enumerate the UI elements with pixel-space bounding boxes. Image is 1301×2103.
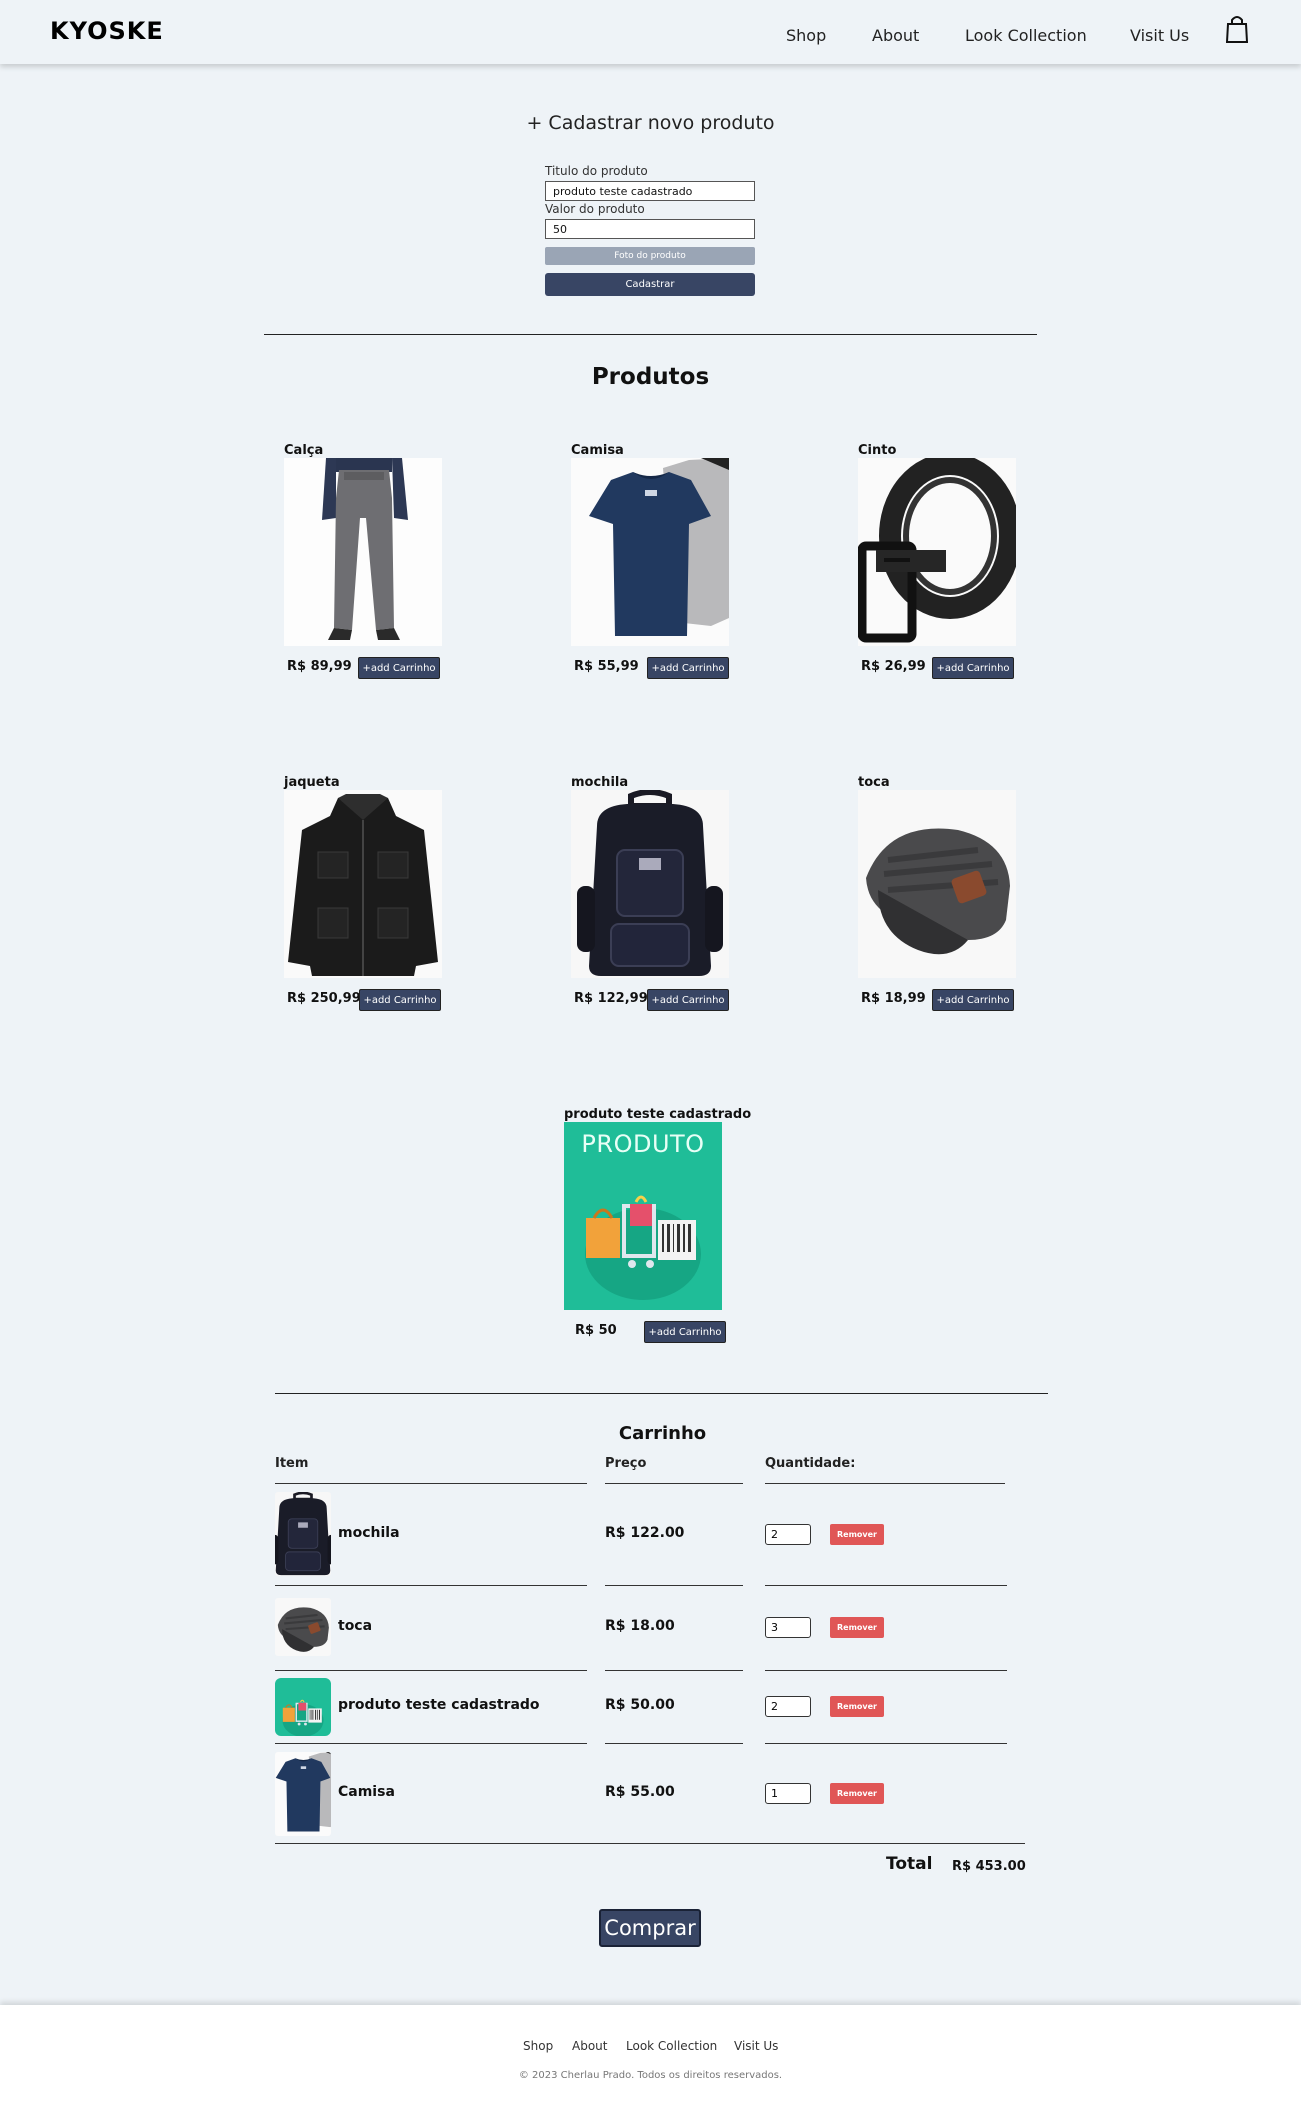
product-card: toca R$ 18,99 +add Carrinho [858,775,1038,1025]
backpack-icon [275,1492,331,1576]
tshirt-icon [275,1752,331,1836]
remove-button[interactable]: Remover [830,1696,884,1717]
belt-icon [858,458,1016,646]
table-line [765,1670,1007,1671]
divider [264,334,1037,335]
nav-shop[interactable]: Shop [786,26,826,45]
table-line [765,1483,1005,1484]
cart-item-price: R$ 55.00 [605,1784,675,1800]
quantity-input[interactable] [765,1783,811,1804]
remove-button[interactable]: Remover [830,1783,884,1804]
table-line [605,1743,743,1744]
produto-placeholder-icon [275,1678,331,1736]
cart-header-price: Preço [605,1456,647,1471]
cart-item-name: Camisa [338,1784,395,1800]
pants-icon [284,458,442,646]
beanie-icon [275,1598,331,1656]
table-line [605,1670,743,1671]
buy-button[interactable]: Comprar [599,1909,701,1947]
product-card: mochila R$ 122,99 +add Carrinho [571,775,751,1025]
add-to-cart-button[interactable]: +add Carrinho [358,657,440,679]
produto-placeholder-image: PRODUTO [564,1122,722,1310]
product-price: R$ 89,99 [287,659,352,674]
register-button[interactable]: Cadastrar [545,273,755,296]
add-to-cart-button[interactable]: +add Carrinho [647,989,729,1011]
product-title-label: Titulo do produto [545,164,648,178]
backpack-icon [571,790,729,978]
product-photo-button[interactable]: Foto do produto [545,247,755,265]
table-line [275,1585,587,1586]
quantity-input[interactable] [765,1524,811,1545]
nav-about[interactable]: About [872,26,919,45]
shopping-bag-icon[interactable] [1226,15,1248,43]
product-name: mochila [571,775,629,790]
product-value-label: Valor do produto [545,202,645,216]
product-name: Calça [284,443,324,458]
nav-visit-us[interactable]: Visit Us [1130,26,1189,45]
product-value-input[interactable] [545,219,755,239]
product-name: jaqueta [284,775,340,790]
cart-total-value: R$ 453.00 [952,1859,1026,1874]
cart-title: Carrinho [618,1423,707,1444]
remove-button[interactable]: Remover [830,1524,884,1545]
table-line [275,1843,1025,1844]
add-to-cart-button[interactable]: +add Carrinho [359,989,441,1011]
products-title: Produtos [591,364,710,390]
remove-button[interactable]: Remover [830,1617,884,1638]
cart-header-item: Item [275,1456,309,1471]
add-to-cart-button[interactable]: +add Carrinho [647,657,729,679]
logo[interactable]: KYOSKE [50,17,164,45]
add-to-cart-button[interactable]: +add Carrinho [932,657,1014,679]
product-price: R$ 18,99 [861,991,926,1006]
table-line [605,1585,743,1586]
divider [275,1393,1048,1394]
cart-item-name: mochila [338,1525,400,1541]
footer-link-look-collection[interactable]: Look Collection [626,2039,717,2053]
footer-link-visit-us[interactable]: Visit Us [734,2039,778,2053]
product-card: Camisa R$ 55,99 +add Carrinho [571,443,751,693]
table-line [605,1483,743,1484]
copyright: © 2023 Cherlau Prado. Todos os direitos … [518,2070,783,2081]
footer-link-about[interactable]: About [572,2039,607,2053]
product-card: produto teste cadastrado PRODUTO R$ 50 +… [564,1107,764,1357]
table-line [275,1743,587,1744]
product-price: R$ 50 [575,1323,617,1338]
nav-look-collection[interactable]: Look Collection [965,26,1087,45]
site-header: KYOSKE Shop About Look Collection Visit … [0,0,1301,64]
product-price: R$ 250,99 [287,991,361,1006]
product-card: Calça R$ 89,99 +add Carrinho [284,443,464,693]
cart-header-quantity: Quantidade: [765,1456,856,1471]
table-line [765,1585,1007,1586]
product-name: produto teste cadastrado [564,1107,752,1122]
table-line [275,1670,587,1671]
footer-link-shop[interactable]: Shop [523,2039,553,2053]
product-name: Cinto [858,443,897,458]
cart-total-label: Total [886,1854,933,1874]
table-line [765,1743,1007,1744]
add-to-cart-button[interactable]: +add Carrinho [932,989,1014,1011]
tshirt-icon [571,458,729,646]
product-card: Cinto R$ 26,99 +add Carrinho [858,443,1038,693]
product-card: jaqueta R$ 250,99 +add Carrinho [284,775,464,1025]
placeholder-image-text: PRODUTO [581,1130,705,1158]
quantity-input[interactable] [765,1617,811,1638]
add-to-cart-button[interactable]: +add Carrinho [644,1321,726,1343]
cart-item-price: R$ 18.00 [605,1618,675,1634]
cart-item-name: toca [338,1618,373,1634]
cart-item-price: R$ 122.00 [605,1525,685,1541]
product-price: R$ 26,99 [861,659,926,674]
product-title-input[interactable] [545,181,755,201]
jacket-icon [284,790,442,978]
product-price: R$ 55,99 [574,659,639,674]
cart-item-name: produto teste cadastrado [338,1697,540,1713]
register-product-title: + Cadastrar novo produto [526,112,775,134]
beanie-icon [858,790,1016,978]
product-price: R$ 122,99 [574,991,648,1006]
quantity-input[interactable] [765,1696,811,1717]
product-name: Camisa [571,443,624,458]
product-name: toca [858,775,890,790]
table-line [275,1483,587,1484]
cart-item-price: R$ 50.00 [605,1697,675,1713]
site-footer [0,2005,1301,2103]
